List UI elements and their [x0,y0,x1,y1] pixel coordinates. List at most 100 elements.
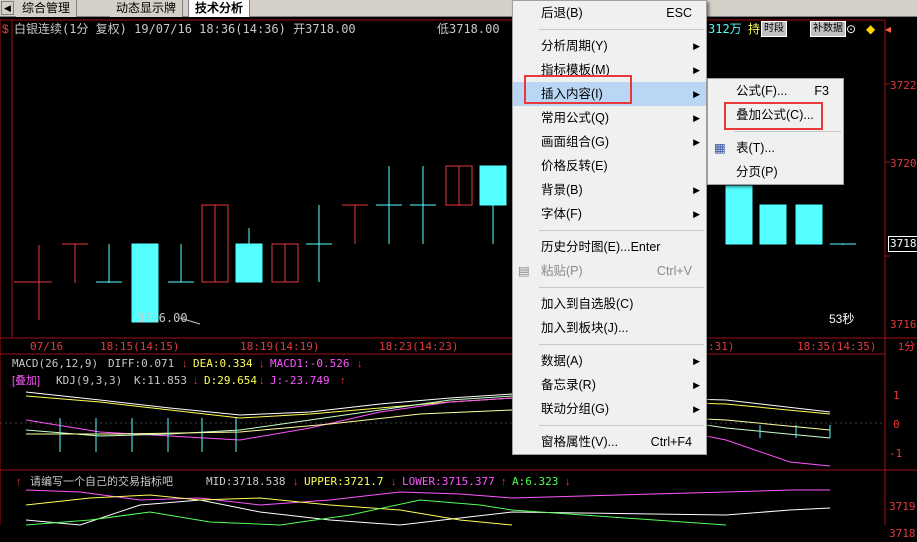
menu-separator [539,287,704,288]
up-arrow-icon: ↑ [501,476,507,488]
submenu-arrow-icon: ▶ [693,380,700,390]
tab-jishu[interactable]: 技术分析 [188,0,251,17]
menu-item-history[interactable]: 历史分时图(E)...Enter [513,235,706,259]
submenu-arrow-icon: ▶ [693,89,700,99]
candlestick-series [14,165,856,325]
period-label: 1分 [898,341,916,353]
custom-tick: 3718 [889,527,916,540]
menu-item-back[interactable]: 后退(B) ESC [513,1,706,25]
down-arrow-icon: ↓ [565,476,571,488]
mid-value: MID:3718.538 [206,475,286,488]
candle-body [479,165,507,206]
time-tick: 07/16 [30,340,64,353]
k-value: K:11.853 [134,374,187,387]
chart-title: 白银连续(1分 复权) 19/07/16 18:36(14:36) 开3718.… [14,22,356,36]
macd-tick: -1 [889,447,903,460]
submenu-item-overlay-formula[interactable]: 叠加公式(C)... [708,103,843,127]
price-tick: 3716 [890,318,917,331]
submenu-arrow-icon: ▶ [693,356,700,366]
time-tick: 18:35(14:35) [797,340,877,353]
menu-item-link-group[interactable]: 联动分组(G) ▶ [513,397,706,421]
menu-separator [539,425,704,426]
down-arrow-icon: ↓ [259,358,265,370]
up-arrow-icon: ↑ [340,375,346,387]
low-annotation: 3716.00 [137,311,188,325]
warning-icon[interactable]: ◆ [866,22,875,36]
countdown-label: 53秒 [829,312,855,326]
menu-item-add-watchlist[interactable]: 加入到自选股(C) [513,292,706,316]
j-value: J:-23.749 [270,374,330,387]
down-arrow-icon: ↓ [259,375,265,387]
upper-value: UPPER:3721.7 [304,475,384,488]
menu-separator [734,131,841,132]
submenu-item-paging[interactable]: 分页(P) [708,160,843,184]
context-menu: 后退(B) ESC 分析周期(Y) ▶ 指标模板(M) ▶ 插入内容(I) ▶ 常用公式… [512,0,707,455]
menu-item-paste: ▤ 粘贴(P) Ctrl+V [513,259,706,283]
menu-item-price-invert[interactable]: 价格反转(E) [513,154,706,178]
position-label: 持 [748,22,761,36]
macd-tick: 0 [893,418,900,431]
current-price-tag: 3718 [888,236,917,252]
overlay-tag: [叠加] [12,375,41,387]
submenu-arrow-icon: ▶ [693,113,700,123]
supplement-data-button[interactable]: 补数据 [810,21,846,37]
tab-dongtai[interactable]: 动态显示牌 [110,0,184,17]
menu-item-pane-props[interactable]: 窗格属性(V)... Ctrl+F4 [513,430,706,454]
menu-item-memo[interactable]: 备忘录(R) ▶ [513,373,706,397]
menu-separator [539,29,704,30]
menu-item-font[interactable]: 字体(F) ▶ [513,202,706,226]
shiduan-button[interactable]: 时段 [761,21,787,37]
menu-item-common-formula[interactable]: 常用公式(Q) ▶ [513,106,706,130]
down-arrow-icon: ↓ [293,476,299,488]
dea-value: DEA:0.334 [193,357,253,370]
menu-item-background[interactable]: 背景(B) ▶ [513,178,706,202]
insert-submenu: 公式(F)... F3 叠加公式(C)... ▦ 表(T)... 分页(P) [707,78,844,185]
down-arrow-icon: ↓ [182,358,188,370]
menu-item-add-sector[interactable]: 加入到板块(J)... [513,316,706,340]
macd-kdj-lines [25,391,831,467]
price-tick: 3722 [890,79,917,92]
menu-separator [539,344,704,345]
menu-item-insert[interactable]: 插入内容(I) ▶ [513,82,706,106]
lower-value: LOWER:3715.377 [402,475,495,488]
menu-item-layout[interactable]: 画面组合(G) ▶ [513,130,706,154]
candle-body [795,204,823,245]
candle-body [725,185,753,245]
collapse-icon[interactable]: ◂ [885,22,891,36]
submenu-arrow-icon: ▶ [693,404,700,414]
submenu-item-table[interactable]: ▦ 表(T)... [708,136,843,160]
tab-zonghe[interactable]: 综合管理 [16,0,78,17]
d-line [26,409,831,435]
d-value: D:29.654 [204,374,257,387]
down-arrow-icon: ↓ [391,476,397,488]
custom-indicator-lines [25,489,831,526]
table-icon: ▦ [714,141,726,155]
price-tick: 3720 [890,157,917,170]
k-line [25,395,831,439]
custom-prompt: 请编写一个自己的交易指标吧 [30,476,173,488]
candle-body [235,243,263,283]
menu-separator [539,230,704,231]
menu-item-period[interactable]: 分析周期(Y) ▶ [513,34,706,58]
menu-item-template[interactable]: 指标模板(M) ▶ [513,58,706,82]
macd-tick: 1 [893,389,900,402]
a-value: A:6.323 [512,475,559,488]
submenu-arrow-icon: ▶ [693,185,700,195]
submenu-item-formula[interactable]: 公式(F)... F3 [708,79,843,103]
diff-value: DIFF:0.071 [108,357,175,370]
tab-scroll-left-icon[interactable]: ◀ [1,1,14,15]
time-tick: 18:15(14:15) [100,340,180,353]
volume-value: 312万 [708,22,742,36]
settings-icon[interactable]: ⊙ [846,22,856,36]
time-tick: 18:23(14:23) [379,340,459,353]
kdj-label: KDJ(9,3,3) [56,374,123,387]
macd1-value: MACD1:-0.526 [270,357,350,370]
submenu-arrow-icon: ▶ [693,137,700,147]
a-line [25,499,727,526]
menu-item-data[interactable]: 数据(A) ▶ [513,349,706,373]
symbol-icon: $ [2,22,9,36]
custom-tick: 3719 [889,500,916,513]
down-arrow-icon: ↓ [193,375,199,387]
clipboard-icon: ▤ [518,264,530,278]
up-arrow-icon: ↑ [16,476,22,488]
